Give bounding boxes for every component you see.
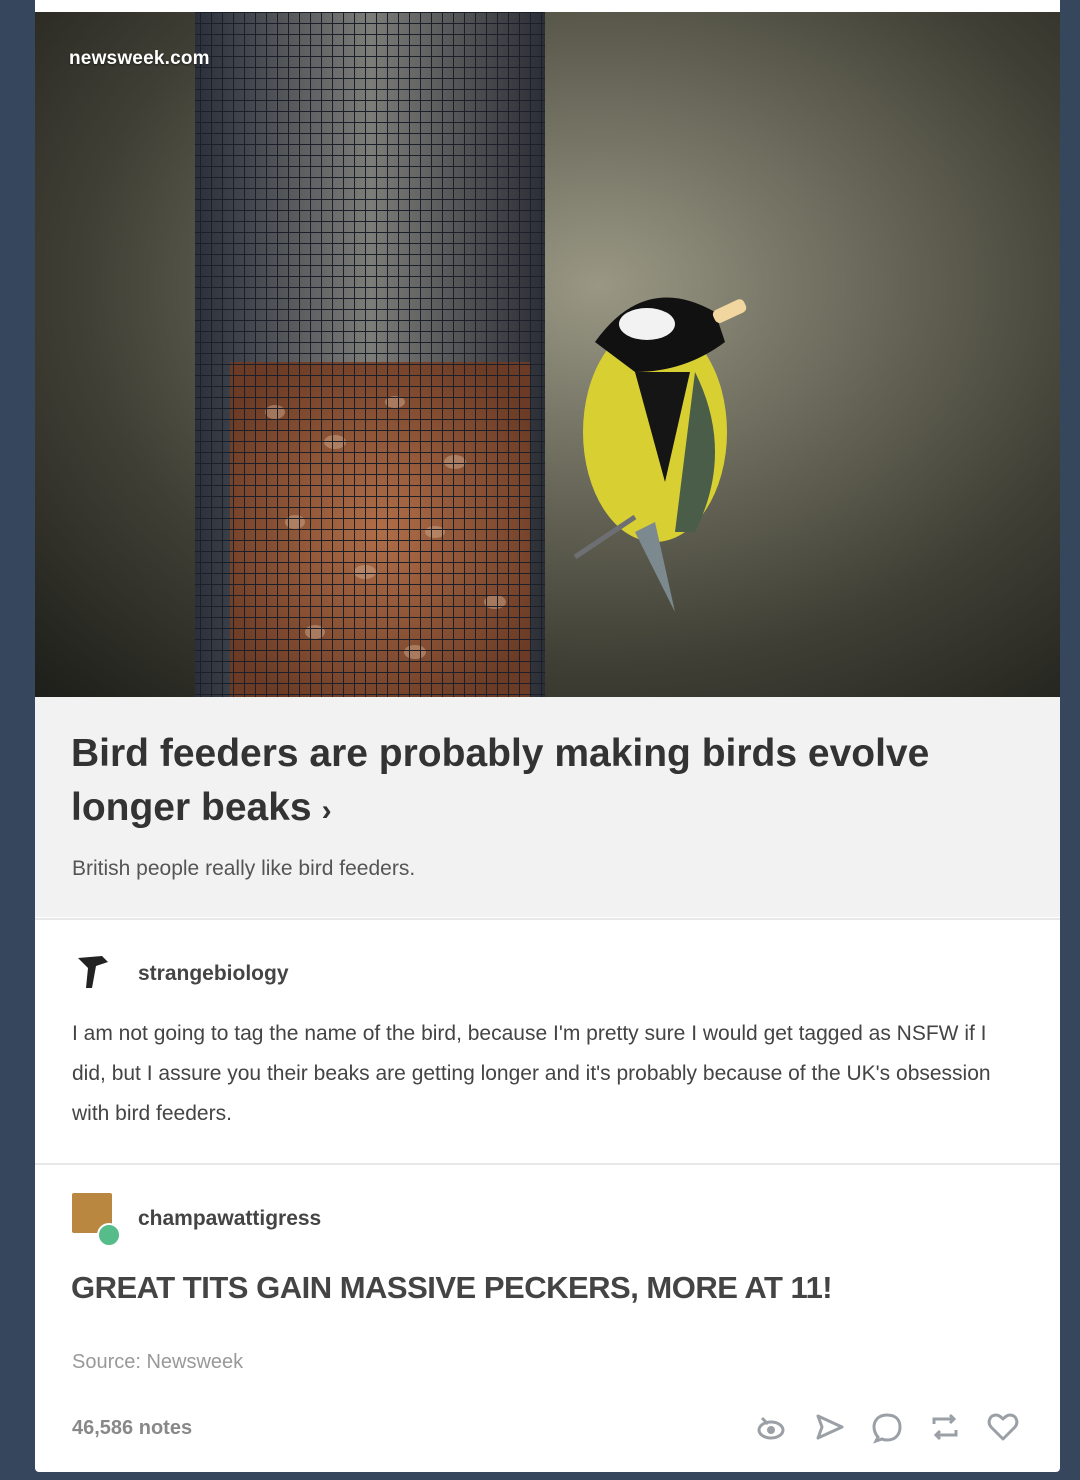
source-link[interactable]: Source: Newsweek: [72, 1351, 243, 1374]
post-card: newsweek.com Bird feeders are probably m…: [35, 0, 1060, 1472]
badge-icon: [97, 1223, 121, 1247]
post-actions: [754, 1410, 1020, 1446]
reblog-text: I am not going to tag the name of the bi…: [72, 1022, 991, 1125]
avatar[interactable]: [72, 952, 112, 992]
heart-icon[interactable]: [986, 1410, 1020, 1446]
link-image[interactable]: newsweek.com: [35, 12, 1060, 697]
share-icon[interactable]: [812, 1410, 846, 1446]
bird-feeder-photo: [195, 12, 747, 697]
reply-icon[interactable]: [870, 1410, 904, 1446]
reblog-text: GREAT TITS GAIN MASSIVE PECKERS, MORE AT…: [71, 1270, 833, 1305]
notes-count[interactable]: 46,586 notes: [72, 1417, 192, 1440]
source-site-label: newsweek.com: [69, 48, 210, 69]
reblog-entry: strangebiology I am not going to tag the…: [35, 918, 1060, 1165]
great-tit-bird: [573, 297, 747, 612]
link-title[interactable]: Bird feeders are probably making birds e…: [71, 727, 971, 838]
reblog-username[interactable]: champawattigress: [138, 1207, 321, 1231]
reblog-icon[interactable]: [928, 1410, 962, 1446]
reblog-entry: champawattigress GREAT TITS GAIN MASSIVE…: [35, 1163, 1060, 1470]
chevron-right-icon: ›: [321, 794, 332, 827]
reblog-username[interactable]: strangebiology: [138, 962, 289, 986]
link-description: British people really like bird feeders.: [72, 857, 416, 880]
eye-icon[interactable]: [754, 1410, 788, 1446]
link-preview[interactable]: Bird feeders are probably making birds e…: [35, 697, 1060, 917]
link-title-text: Bird feeders are probably making birds e…: [71, 732, 930, 829]
